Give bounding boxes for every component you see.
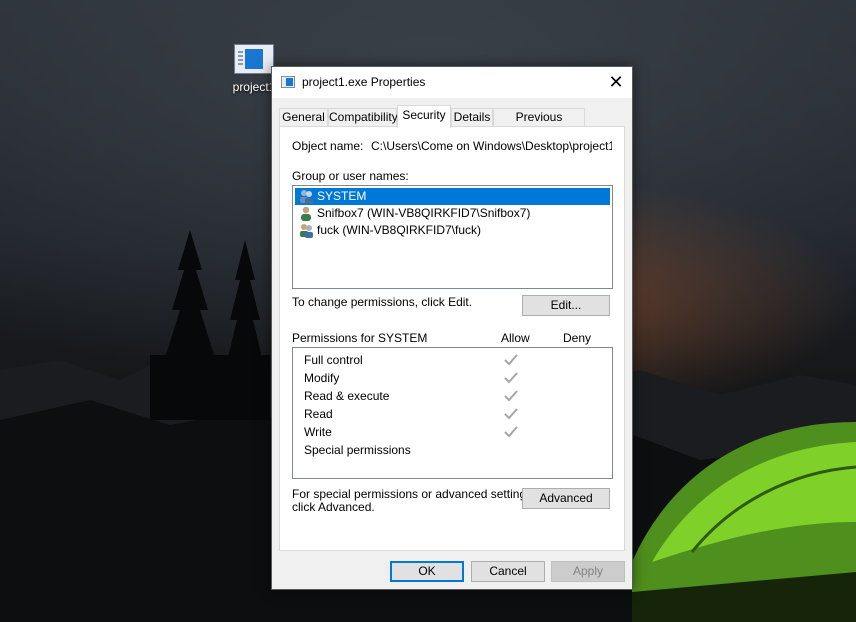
- user-icon: [301, 206, 311, 221]
- cancel-button[interactable]: Cancel: [471, 561, 545, 582]
- users-group-icon: [300, 190, 313, 204]
- users-group-icon: [300, 224, 313, 238]
- exe-file-icon: [234, 44, 274, 74]
- properties-dialog: project1.exe Properties ✕ General Compat…: [271, 66, 633, 590]
- group-label: Group or user names:: [292, 169, 409, 183]
- allow-check-icon: [504, 408, 518, 420]
- allow-check-icon: [504, 426, 518, 438]
- user-row-system[interactable]: SYSTEM: [295, 188, 610, 205]
- user-name: fuck (WIN-VB8QIRKFID7\fuck): [317, 223, 482, 237]
- tab-compatibility[interactable]: Compatibility: [328, 108, 398, 127]
- tab-previous-versions[interactable]: Previous Versions: [493, 108, 585, 141]
- user-row-snifbox7[interactable]: Snifbox7 (WIN-VB8QIRKFID7\Snifbox7): [295, 205, 530, 222]
- user-list[interactable]: SYSTEM Snifbox7 (WIN-VB8QIRKFID7\Snifbox…: [292, 185, 613, 289]
- perm-read-execute: Read & execute: [304, 389, 390, 403]
- ok-button[interactable]: OK: [390, 561, 464, 582]
- allow-header: Allow: [501, 331, 530, 345]
- security-panel: Object name: C:\Users\Come on Windows\De…: [279, 126, 625, 551]
- perm-write: Write: [304, 425, 332, 439]
- perm-read: Read: [304, 407, 333, 421]
- apply-button[interactable]: Apply: [551, 561, 625, 582]
- object-name-label: Object name:: [292, 139, 364, 153]
- exe-app-icon: [281, 76, 295, 88]
- perm-special: Special permissions: [304, 443, 411, 457]
- perm-full-control: Full control: [304, 353, 363, 367]
- tab-security[interactable]: Security: [397, 105, 451, 128]
- dialog-title: project1.exe Properties: [302, 75, 426, 89]
- close-icon[interactable]: ✕: [600, 67, 632, 98]
- title-bar[interactable]: project1.exe Properties ✕: [272, 67, 632, 98]
- allow-check-icon: [504, 390, 518, 402]
- user-row-fuck[interactable]: fuck (WIN-VB8QIRKFID7\fuck): [295, 222, 481, 239]
- advanced-button[interactable]: Advanced: [522, 488, 610, 509]
- allow-check-icon: [504, 354, 518, 366]
- deny-header: Deny: [563, 331, 592, 345]
- tab-general[interactable]: General: [279, 108, 328, 127]
- perm-modify: Modify: [304, 371, 340, 385]
- pine-trees: [150, 230, 270, 420]
- allow-check-icon: [504, 372, 518, 384]
- tent: [632, 422, 856, 622]
- special-permissions-text-1: For special permissions or advanced sett…: [292, 487, 536, 501]
- permissions-list[interactable]: Full control Modify Read & execute Read …: [292, 347, 613, 479]
- special-permissions-text-2: click Advanced.: [292, 500, 375, 514]
- user-name: Snifbox7 (WIN-VB8QIRKFID7\Snifbox7): [317, 206, 531, 220]
- object-name-value: C:\Users\Come on Windows\Desktop\project…: [371, 139, 612, 153]
- permissions-for-label: Permissions for SYSTEM: [292, 331, 428, 345]
- change-permissions-text: To change permissions, click Edit.: [292, 295, 473, 309]
- tab-details[interactable]: Details: [451, 108, 493, 127]
- edit-button[interactable]: Edit...: [522, 295, 610, 316]
